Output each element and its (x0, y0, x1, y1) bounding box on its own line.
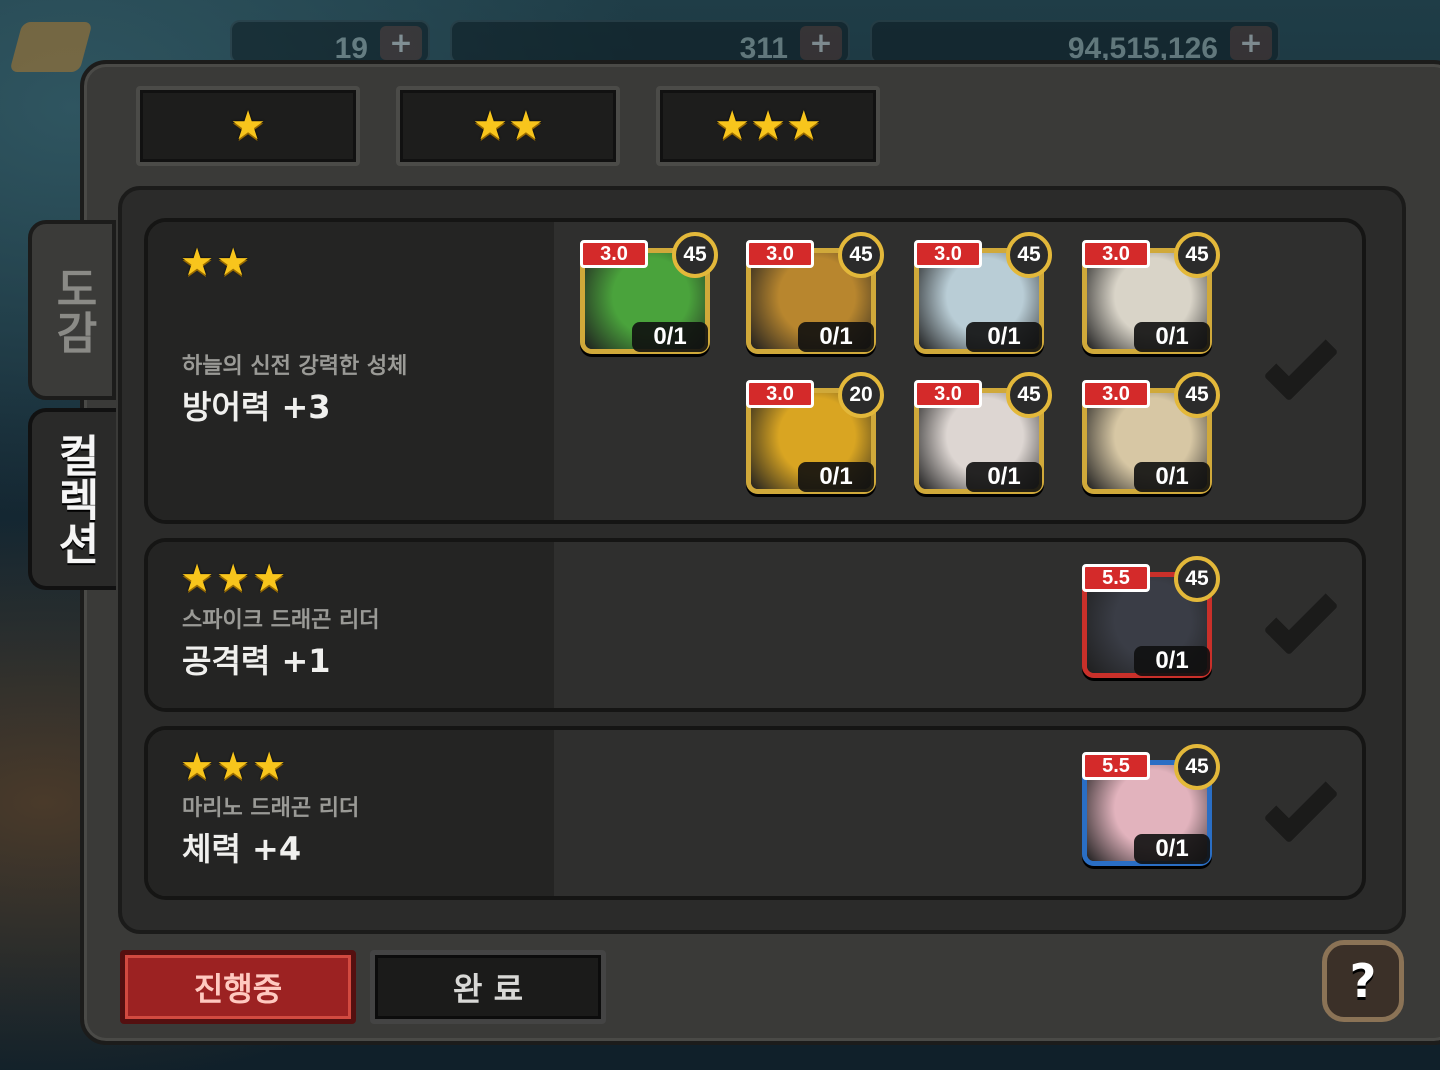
gem-counter: 19 + (230, 20, 430, 65)
gold-counter: 94,515,126 + (870, 20, 1280, 65)
collection-name: 스파이크 드래곤 리더 (182, 608, 380, 633)
monster-level-badge: 5.5 (1082, 564, 1150, 592)
monster-rank-badge: 45 (1174, 372, 1220, 418)
collection-name: 하늘의 신전 강력한 성체 (182, 354, 408, 379)
card-stars: ★★ (180, 240, 253, 284)
monster-level-badge: 3.0 (914, 380, 982, 408)
monster-rank-badge: 45 (1006, 232, 1052, 278)
monster-tile[interactable]: 3.0 45 0/1 (1082, 372, 1220, 494)
in-progress-button[interactable]: 진행중 (120, 950, 356, 1024)
monster-rank-badge: 45 (1174, 232, 1220, 278)
monster-tile[interactable]: 5.5 45 0/1 (1082, 556, 1220, 678)
crystal-counter: 311 + (450, 20, 850, 65)
monster-level-badge: 3.0 (1082, 240, 1150, 268)
collection-name: 마리노 드래곤 리더 (182, 796, 360, 821)
monster-tile[interactable]: 3.0 45 0/1 (914, 232, 1052, 354)
monster-count: 0/1 (1134, 462, 1210, 492)
monster-count: 0/1 (798, 462, 874, 492)
monster-level-badge: 3.0 (1082, 380, 1150, 408)
monster-count: 0/1 (966, 462, 1042, 492)
star-icon: ★★ (472, 103, 544, 149)
monster-tile[interactable]: 3.0 45 0/1 (914, 372, 1052, 494)
monster-rank-badge: 20 (838, 372, 884, 418)
check-icon (1263, 768, 1339, 844)
star-icon: ★★★ (714, 103, 822, 149)
monster-count: 0/1 (1134, 646, 1210, 676)
monster-level-badge: 5.5 (1082, 752, 1150, 780)
monster-tile[interactable]: 3.0 45 0/1 (580, 232, 718, 354)
monster-level-badge: 3.0 (580, 240, 648, 268)
monster-count: 0/1 (798, 322, 874, 352)
monster-tile[interactable]: 3.0 45 0/1 (746, 232, 884, 354)
monster-rank-badge: 45 (672, 232, 718, 278)
collection-effect: 공격력 +1 (182, 642, 331, 680)
help-button[interactable]: ? (1322, 940, 1404, 1022)
monster-count: 0/1 (1134, 834, 1210, 864)
monster-level-badge: 3.0 (746, 380, 814, 408)
tab-dogam-label: 도감 (47, 266, 98, 354)
add-gold-button[interactable]: + (1230, 26, 1272, 60)
monster-tile[interactable]: 5.5 45 0/1 (1082, 744, 1220, 866)
tab-three-star[interactable]: ★★★ (656, 86, 880, 166)
in-progress-label: 진행중 (193, 970, 283, 1008)
check-icon (1263, 580, 1339, 656)
monster-count: 0/1 (1134, 322, 1210, 352)
card-stars: ★★★ (180, 744, 289, 788)
complete-button[interactable]: 완 료 (370, 950, 606, 1024)
star-icon: ★ (230, 103, 266, 149)
add-gem-button[interactable]: + (380, 26, 422, 60)
gem-icon (9, 22, 93, 72)
monster-tile[interactable]: 3.0 20 0/1 (746, 372, 884, 494)
monster-count: 0/1 (632, 322, 708, 352)
tab-one-star[interactable]: ★ (136, 86, 360, 166)
monster-level-badge: 3.0 (914, 240, 982, 268)
tab-collection-label: 컬렉션 (49, 433, 100, 565)
question-icon: ? (1349, 954, 1377, 1008)
collection-effect: 체력 +4 (182, 830, 302, 868)
monster-rank-badge: 45 (838, 232, 884, 278)
collection-effect: 방어력 +3 (182, 388, 331, 426)
monster-rank-badge: 45 (1006, 372, 1052, 418)
monster-rank-badge: 45 (1174, 556, 1220, 602)
monster-rank-badge: 45 (1174, 744, 1220, 790)
add-crystal-button[interactable]: + (800, 26, 842, 60)
complete-label: 완 료 (452, 970, 524, 1008)
card-stars: ★★★ (180, 556, 289, 600)
monster-tile[interactable]: 3.0 45 0/1 (1082, 232, 1220, 354)
monster-level-badge: 3.0 (746, 240, 814, 268)
tab-collection[interactable]: 컬렉션 (28, 408, 116, 590)
check-icon (1263, 326, 1339, 402)
monster-count: 0/1 (966, 322, 1042, 352)
tab-two-star[interactable]: ★★ (396, 86, 620, 166)
tab-dogam[interactable]: 도감 (28, 220, 116, 400)
